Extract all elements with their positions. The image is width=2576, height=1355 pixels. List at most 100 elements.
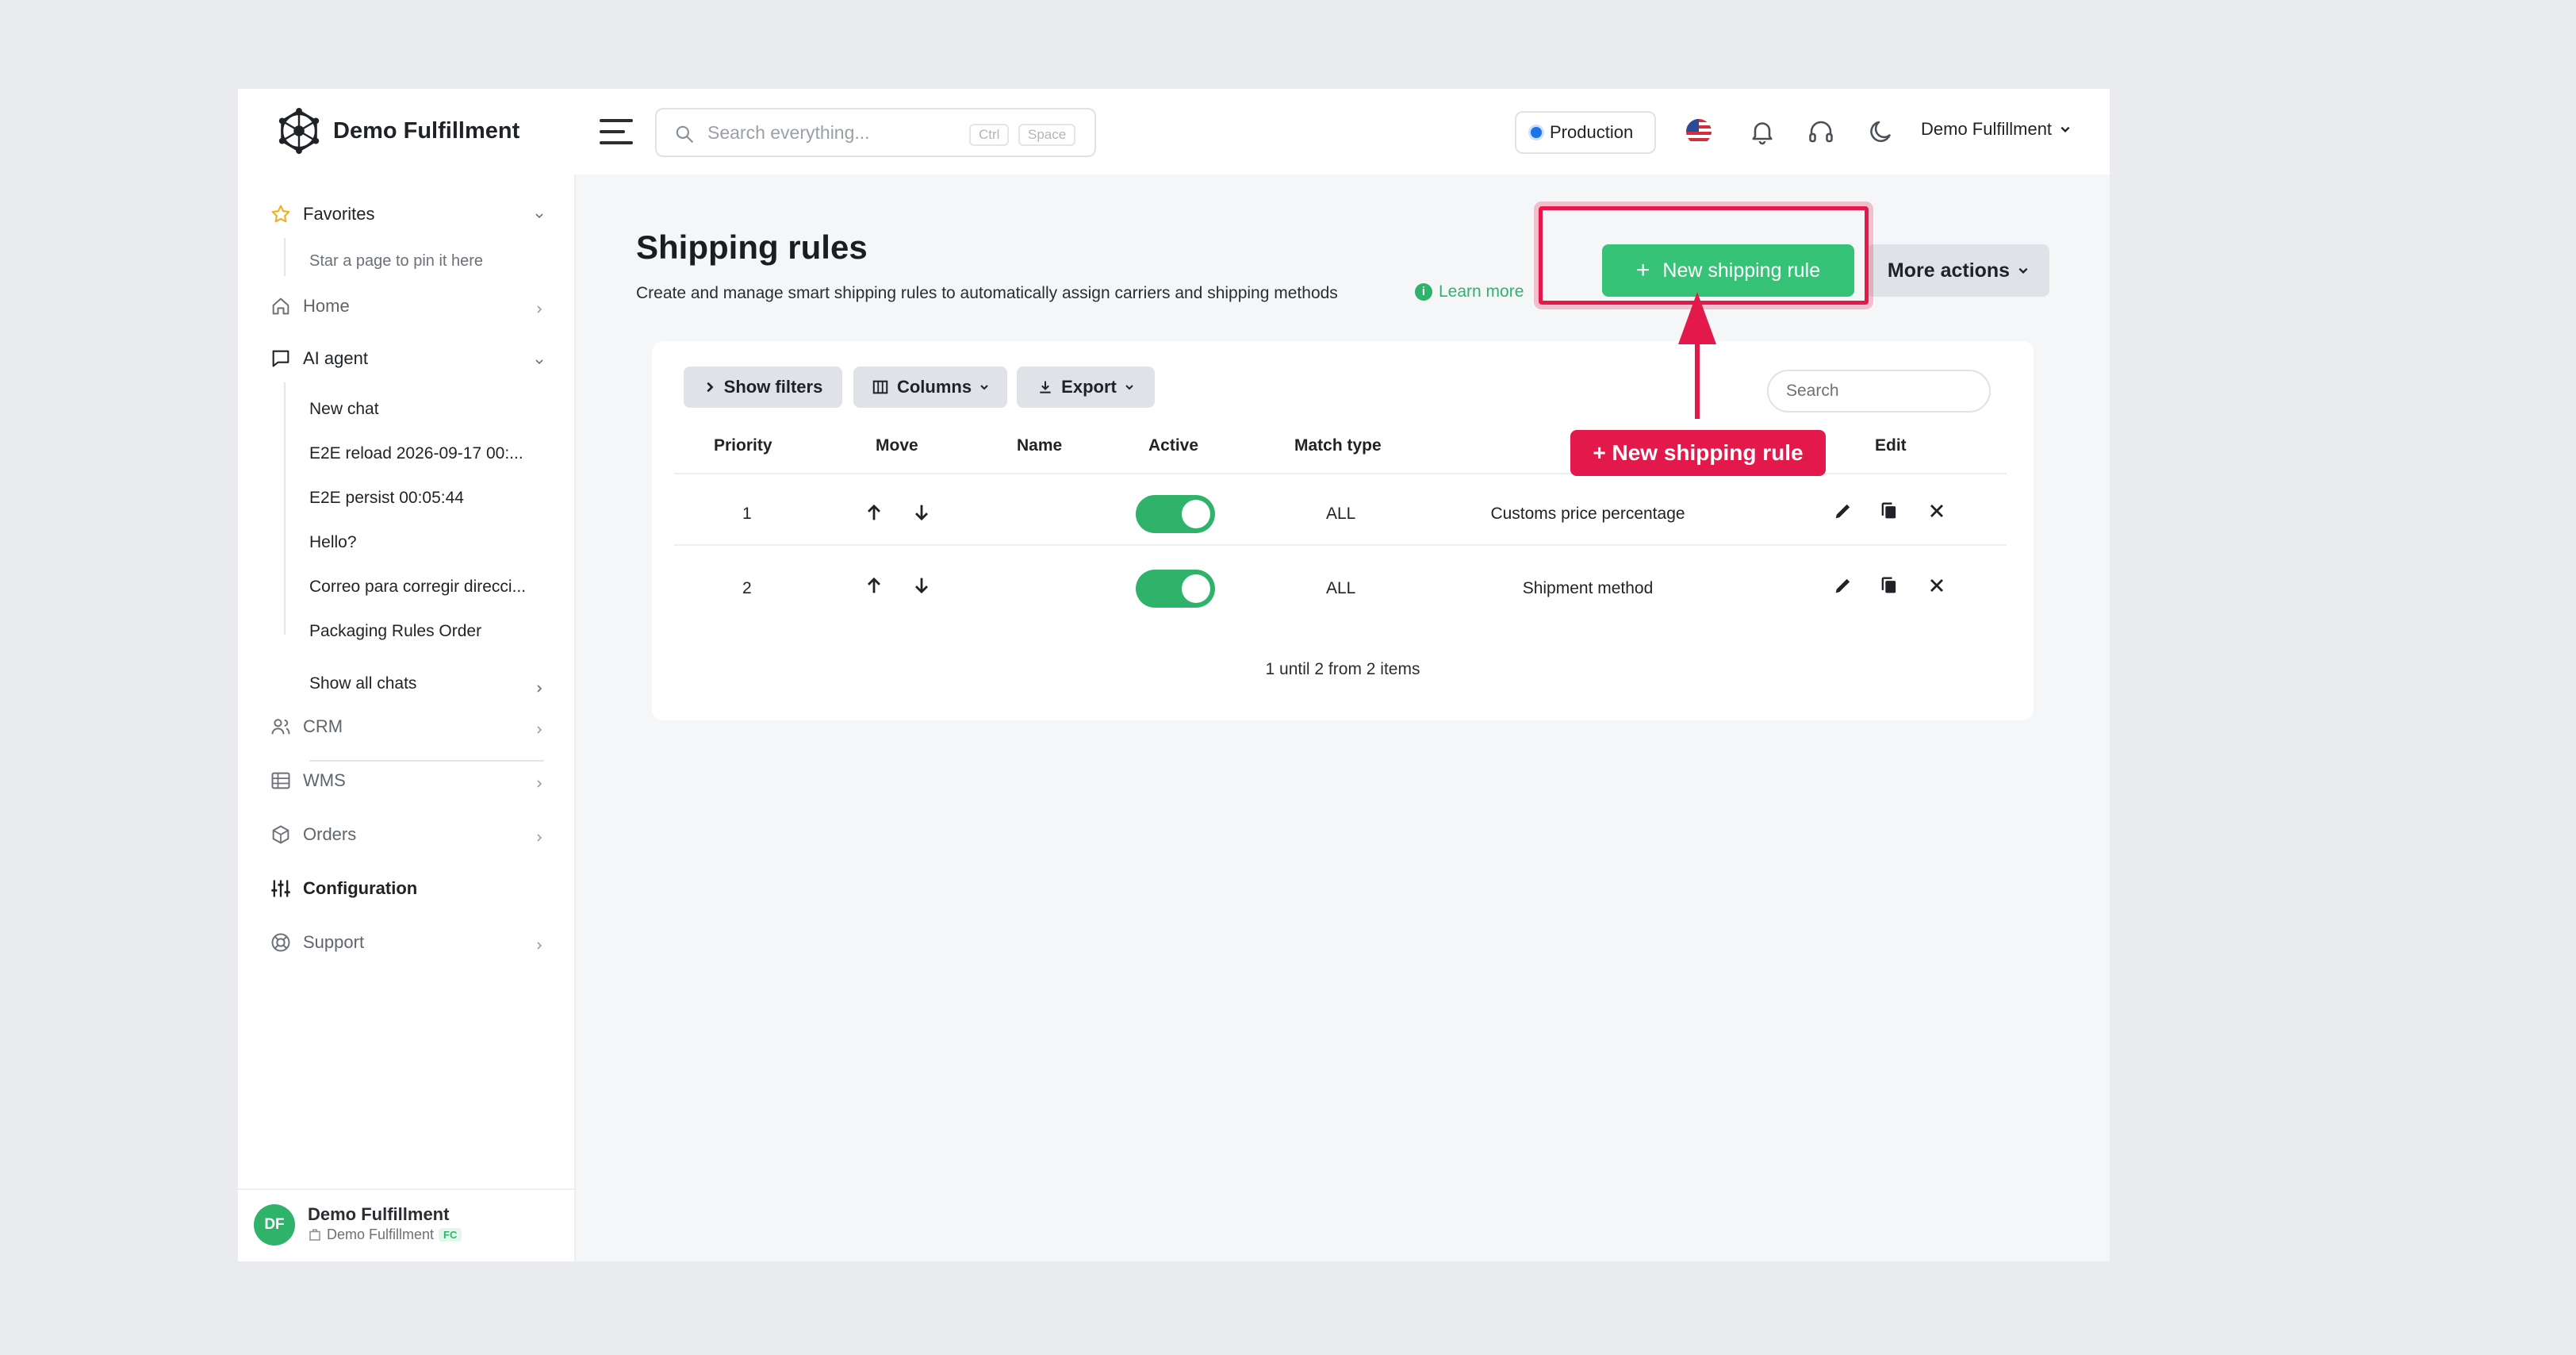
user-profile[interactable]: DF Demo Fulfillment Demo Fulfillment FC xyxy=(238,1188,576,1261)
company-badge: FC xyxy=(439,1228,462,1242)
environment-switcher[interactable]: Production xyxy=(1515,111,1656,154)
columns-icon xyxy=(872,380,888,394)
favorites-guide xyxy=(284,238,286,276)
export-button[interactable]: Export xyxy=(1017,367,1155,408)
close-icon[interactable] xyxy=(1926,574,1948,597)
close-icon[interactable] xyxy=(1926,500,1948,522)
info-icon: i xyxy=(1415,283,1432,301)
building-icon xyxy=(309,1229,320,1241)
chat-item[interactable]: Correo para corregir direcci... xyxy=(309,578,526,597)
show-filters-button[interactable]: Show filters xyxy=(684,367,842,408)
wms-label: WMS xyxy=(303,770,346,790)
top-bar: Demo Fulfillment Search everything... Ct… xyxy=(238,89,2110,175)
sidebar-item-home[interactable]: Home xyxy=(270,295,350,317)
support-label: Support xyxy=(303,932,365,952)
chats-divider xyxy=(309,760,544,762)
callout-label: + New shipping rule xyxy=(1570,430,1826,476)
bell-icon[interactable] xyxy=(1748,117,1777,146)
chevron-right-icon xyxy=(537,305,542,313)
show-filters-label: Show filters xyxy=(723,377,823,397)
row-match-type: ALL xyxy=(1326,579,1356,597)
chat-item[interactable]: E2E persist 00:05:44 xyxy=(309,489,464,508)
columns-button[interactable]: Columns xyxy=(853,367,1007,408)
grid-table-icon xyxy=(271,772,290,789)
copy-icon[interactable] xyxy=(1878,500,1900,522)
chevron-right-icon xyxy=(537,942,542,950)
table-search-input[interactable]: Search xyxy=(1767,370,1991,413)
global-search-input[interactable]: Search everything... Ctrl Space xyxy=(655,108,1096,157)
profile-name: Demo Fulfillment xyxy=(308,1204,450,1224)
chevron-right-icon xyxy=(537,685,542,693)
pencil-icon[interactable] xyxy=(1832,574,1854,597)
chat-item[interactable]: Hello? xyxy=(309,533,357,552)
column-header-move: Move xyxy=(876,436,918,455)
home-icon xyxy=(272,297,289,315)
star-icon xyxy=(271,205,290,223)
sidebar-item-crm[interactable]: CRM xyxy=(270,716,343,738)
account-menu[interactable]: Demo Fulfillment xyxy=(1921,119,2071,140)
show-all-chats-link[interactable]: Show all chats xyxy=(309,674,416,693)
lifebuoy-icon xyxy=(271,933,290,952)
arrow-down-icon[interactable] xyxy=(910,501,933,524)
more-actions-button[interactable]: More actions xyxy=(1867,244,2049,297)
sidebar-item-ai-agent[interactable]: AI agent xyxy=(270,347,368,370)
page-description: Create and manage smart shipping rules t… xyxy=(636,284,1338,302)
page-title: Shipping rules xyxy=(636,228,868,266)
sidebar-item-support[interactable]: Support xyxy=(270,931,364,954)
chevron-down-icon xyxy=(2018,267,2028,274)
column-header-active[interactable]: Active xyxy=(1148,436,1198,455)
chevron-down-icon xyxy=(980,385,988,390)
chat-item[interactable]: New chat xyxy=(309,400,379,419)
row-condition: Customs price percentage xyxy=(1490,505,1685,523)
chevron-down-icon[interactable] xyxy=(535,357,544,367)
sliders-icon xyxy=(271,880,290,897)
active-toggle[interactable] xyxy=(1136,495,1215,533)
package-icon xyxy=(272,825,289,844)
learn-more-label: Learn more xyxy=(1439,282,1524,301)
arrow-down-icon[interactable] xyxy=(910,574,933,597)
row-priority: 1 xyxy=(742,505,752,523)
chats-guide xyxy=(284,382,286,635)
search-placeholder: Search everything... xyxy=(707,122,870,143)
ai-agent-label: AI agent xyxy=(303,348,368,368)
more-actions-label: More actions xyxy=(1887,259,2011,282)
brand-logo[interactable]: Demo Fulfillment xyxy=(274,106,519,155)
chevron-down-icon[interactable] xyxy=(535,211,544,221)
chevron-right-icon xyxy=(537,726,542,734)
copy-icon[interactable] xyxy=(1878,574,1900,597)
pagination-summary: 1 until 2 from 2 items xyxy=(1265,660,1420,678)
crm-label: CRM xyxy=(303,716,343,736)
pencil-icon[interactable] xyxy=(1832,500,1854,522)
chat-item[interactable]: Packaging Rules Order xyxy=(309,622,481,641)
company-name: Demo Fulfillment xyxy=(327,1226,435,1242)
environment-label: Production xyxy=(1550,122,1634,142)
chevron-down-icon xyxy=(1125,385,1133,390)
menu-toggle-icon[interactable] xyxy=(600,116,633,148)
sidebar-item-configuration[interactable]: Configuration xyxy=(270,877,417,900)
active-toggle[interactable] xyxy=(1136,570,1215,608)
chevron-down-icon xyxy=(2060,126,2070,132)
network-logo-icon xyxy=(278,107,320,155)
learn-more-link[interactable]: i Learn more xyxy=(1415,282,1524,301)
configuration-label: Configuration xyxy=(303,878,418,898)
highlight-box xyxy=(1539,206,1869,305)
us-flag-icon[interactable] xyxy=(1686,119,1712,144)
arrow-up-icon[interactable] xyxy=(863,574,885,597)
sidebar-item-wms[interactable]: WMS xyxy=(270,770,346,792)
sidebar: Favorites Star a page to pin it here Hom… xyxy=(238,175,576,1261)
users-icon xyxy=(271,719,290,735)
profile-company: Demo Fulfillment FC xyxy=(308,1226,462,1243)
column-header-name[interactable]: Name xyxy=(1017,436,1062,455)
export-label: Export xyxy=(1061,377,1117,397)
sidebar-item-orders[interactable]: Orders xyxy=(270,823,356,846)
headset-icon[interactable] xyxy=(1807,117,1835,146)
arrow-up-icon[interactable] xyxy=(863,501,885,524)
column-header-priority[interactable]: Priority xyxy=(714,436,772,455)
home-label: Home xyxy=(303,296,350,316)
sidebar-item-favorites[interactable]: Favorites xyxy=(270,203,374,225)
column-header-match-type[interactable]: Match type xyxy=(1294,436,1382,455)
avatar: DF xyxy=(254,1204,295,1246)
moon-icon[interactable] xyxy=(1867,117,1896,146)
search-icon xyxy=(676,125,693,143)
chat-item[interactable]: E2E reload 2026-09-17 00:... xyxy=(309,444,523,463)
